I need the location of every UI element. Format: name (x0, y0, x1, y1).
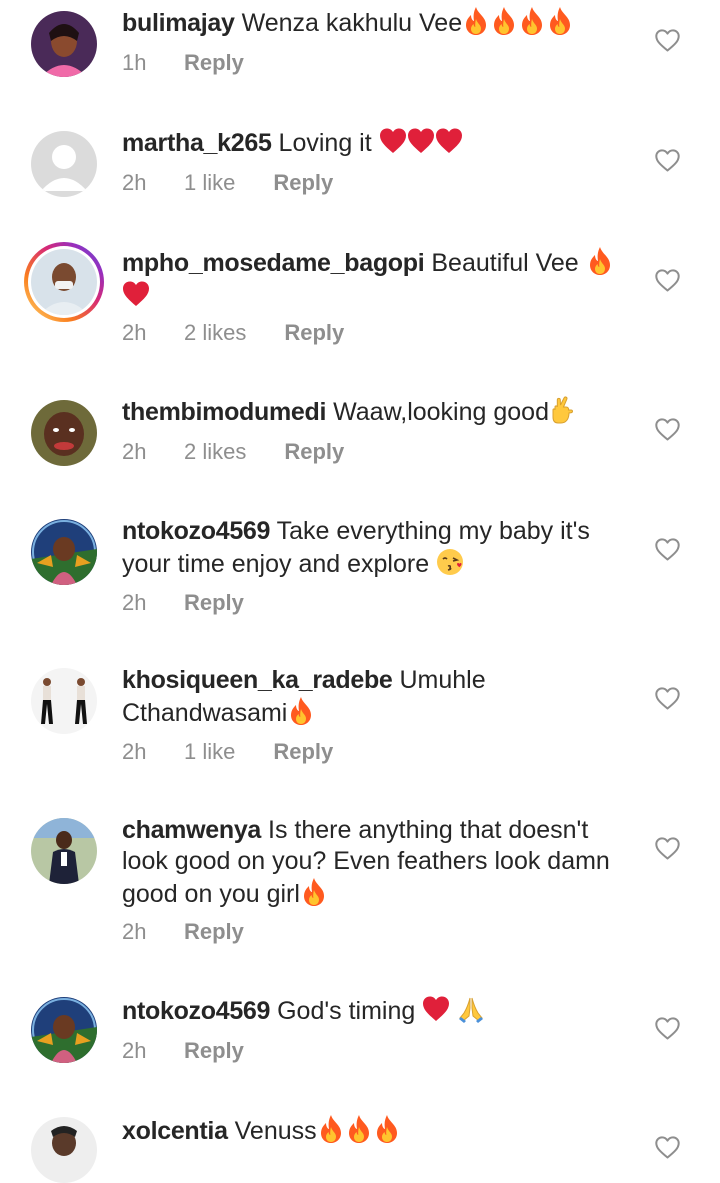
comment-username[interactable]: thembimodumedi (122, 398, 326, 426)
reply-button[interactable]: Reply (184, 1038, 244, 1064)
like-heart-icon[interactable] (655, 29, 680, 52)
comment-time: 2h (122, 439, 147, 464)
like-heart-icon[interactable] (655, 149, 680, 172)
comment-username[interactable]: bulimajay (122, 9, 235, 37)
like-count[interactable]: 2 likes (184, 439, 246, 465)
comment-username[interactable]: chamwenya (122, 816, 261, 844)
comment-text: Wenza kakhulu Vee (241, 9, 463, 37)
comment-time: 2h (122, 1038, 147, 1063)
like-count[interactable]: 2 likes (184, 320, 246, 346)
avatar[interactable] (31, 519, 97, 585)
comment-time: 2h (122, 919, 147, 944)
comment-text: Beautiful Vee (431, 249, 579, 277)
comment-username[interactable]: xolcentia (122, 1117, 228, 1145)
like-heart-icon[interactable] (655, 418, 680, 441)
comment-time: 1h (122, 50, 147, 75)
heart-emoji (422, 996, 450, 1025)
comment-text: God's timing (277, 997, 416, 1025)
crossed-fingers-emoji (549, 396, 577, 426)
avatar[interactable] (31, 997, 97, 1063)
comment-time: 2h (122, 739, 147, 764)
kiss-emoji (436, 549, 464, 578)
comment-username[interactable]: martha_k265 (122, 129, 272, 157)
comment-username[interactable]: mpho_mosedame_bagopi (122, 249, 425, 277)
reply-button[interactable]: Reply (284, 320, 344, 346)
comment-time: 2h (122, 170, 147, 195)
fire-emoji (586, 247, 614, 277)
like-count[interactable]: 1 like (184, 739, 235, 765)
comment-username[interactable]: khosiqueen_ka_radebe (122, 666, 393, 694)
fire-emoji (287, 697, 315, 727)
like-count[interactable]: 1 like (184, 170, 235, 196)
comment-username[interactable]: ntokozo4569 (122, 997, 270, 1025)
comment-time: 2h (122, 320, 147, 345)
avatar[interactable] (31, 668, 97, 734)
avatar[interactable] (31, 818, 97, 884)
comment-text: Waaw,looking good (333, 398, 549, 426)
like-heart-icon[interactable] (655, 1017, 680, 1040)
comment-time: 2h (122, 590, 147, 615)
heart-emoji (379, 128, 463, 157)
comment-username[interactable]: ntokozo4569 (122, 517, 270, 545)
like-heart-icon[interactable] (655, 837, 680, 860)
reply-button[interactable]: Reply (184, 50, 244, 76)
reply-button[interactable]: Reply (184, 590, 244, 616)
reply-button[interactable]: Reply (273, 170, 333, 196)
reply-button[interactable]: Reply (284, 439, 344, 465)
like-heart-icon[interactable] (655, 687, 680, 710)
comment-text: Venuss (234, 1117, 317, 1145)
avatar[interactable] (31, 11, 97, 77)
avatar-story-ring[interactable] (24, 242, 104, 322)
avatar[interactable] (31, 1117, 97, 1183)
avatar[interactable] (31, 131, 97, 197)
comment-text: Loving it (278, 129, 372, 157)
fire-emoji (317, 1115, 401, 1145)
heart-emoji (122, 281, 150, 310)
reply-button[interactable]: Reply (184, 919, 244, 945)
fire-emoji (462, 7, 574, 37)
avatar[interactable] (31, 400, 97, 466)
reply-button[interactable]: Reply (273, 739, 333, 765)
fire-emoji (300, 878, 328, 908)
like-heart-icon[interactable] (655, 1136, 680, 1159)
like-heart-icon[interactable] (655, 538, 680, 561)
like-heart-icon[interactable] (655, 269, 680, 292)
pray-emoji (457, 997, 485, 1025)
